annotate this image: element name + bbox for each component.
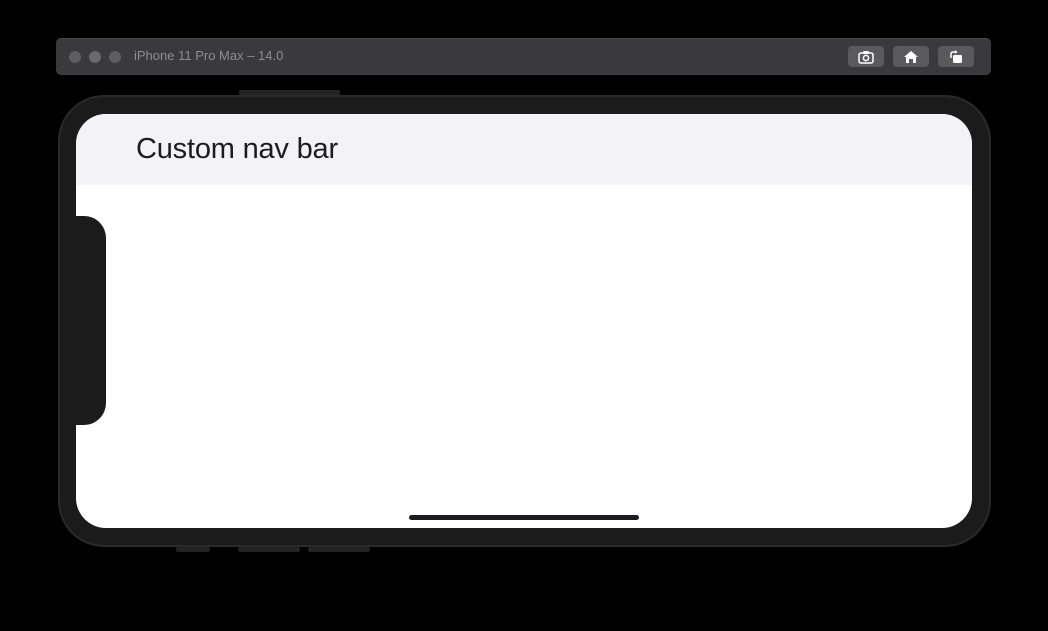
simulator-title-bar[interactable]: iPhone 11 Pro Max – 14.0 [56, 38, 991, 75]
simulator-stage: iPhone 11 Pro Max – 14.0 Custom nav bar [0, 0, 1048, 631]
screenshot-button[interactable] [848, 46, 884, 67]
rotate-button[interactable] [938, 46, 974, 67]
volume-up-button [238, 547, 300, 552]
custom-nav-bar: Custom nav bar [76, 114, 972, 185]
rotate-icon [950, 49, 962, 63]
volume-down-button [308, 547, 370, 552]
notch [76, 216, 106, 425]
mute-switch [176, 547, 210, 552]
window-title: iPhone 11 Pro Max – 14.0 [134, 48, 284, 63]
home-icon [904, 50, 918, 63]
device-screen: Custom nav bar [76, 114, 972, 528]
screenshot-icon [858, 50, 874, 64]
minimize-window-button[interactable] [89, 51, 101, 63]
zoom-window-button[interactable] [109, 51, 121, 63]
home-button[interactable] [893, 46, 929, 67]
home-indicator[interactable] [409, 515, 639, 520]
close-window-button[interactable] [69, 51, 81, 63]
nav-bar-title: Custom nav bar [136, 133, 338, 165]
